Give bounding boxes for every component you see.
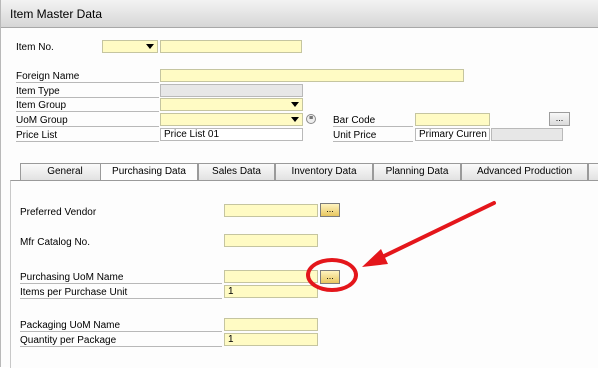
item-master-data-window: Item Master Data Item No. Foreign Name I… <box>0 0 598 368</box>
annotation-arrow-icon <box>362 201 496 267</box>
